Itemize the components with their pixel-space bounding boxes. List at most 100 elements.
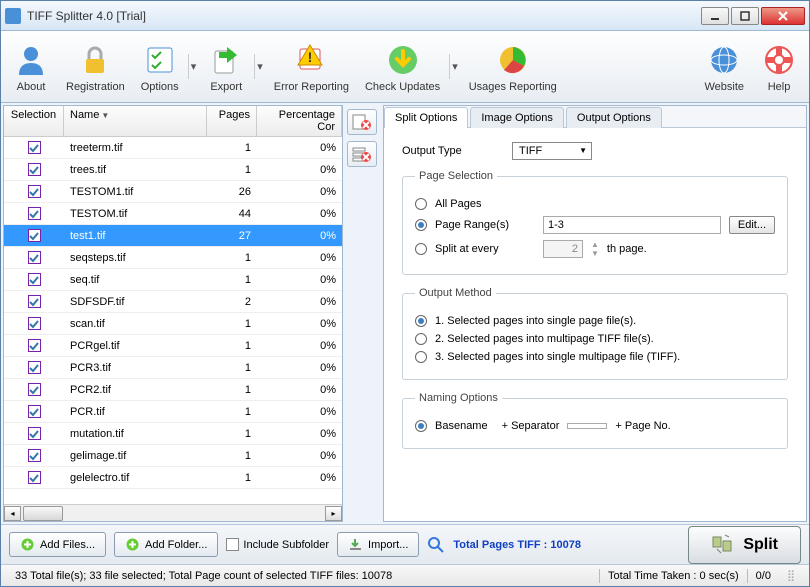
- updates-dropdown[interactable]: ▾: [449, 54, 460, 79]
- row-checkbox[interactable]: [28, 471, 41, 484]
- file-pages: 1: [207, 450, 257, 462]
- table-row[interactable]: TESTOM1.tif260%: [4, 181, 342, 203]
- file-pct: 0%: [257, 472, 342, 484]
- mid-tool-strip: [345, 105, 381, 522]
- export-dropdown[interactable]: ▾: [254, 54, 265, 79]
- table-row[interactable]: mutation.tif10%: [4, 423, 342, 445]
- person-icon: [12, 41, 50, 79]
- minimize-button[interactable]: [701, 7, 729, 25]
- table-body[interactable]: treeterm.tif10%trees.tif10%TESTOM1.tif26…: [4, 137, 342, 504]
- registration-button[interactable]: Registration: [59, 38, 132, 96]
- output-method-group: Output Method 1. Selected pages into sin…: [402, 287, 788, 380]
- row-checkbox[interactable]: [28, 383, 41, 396]
- include-subfolder-checkbox[interactable]: Include Subfolder: [226, 538, 329, 551]
- options-button[interactable]: Options: [134, 38, 186, 96]
- maximize-button[interactable]: [731, 7, 759, 25]
- row-checkbox[interactable]: [28, 229, 41, 242]
- about-button[interactable]: About: [5, 38, 57, 96]
- add-files-button[interactable]: Add Files...: [9, 532, 106, 557]
- website-button[interactable]: Website: [697, 38, 751, 96]
- tab-split-options[interactable]: Split Options: [384, 107, 468, 128]
- radio-basename[interactable]: [415, 420, 427, 432]
- help-button[interactable]: Help: [753, 38, 805, 96]
- horizontal-scrollbar[interactable]: ◂ ▸: [4, 504, 342, 521]
- file-pct: 0%: [257, 384, 342, 396]
- table-row[interactable]: PCR3.tif10%: [4, 357, 342, 379]
- file-pct: 0%: [257, 164, 342, 176]
- table-row[interactable]: gelelectro.tif10%: [4, 467, 342, 489]
- file-name: PCR.tif: [64, 406, 207, 418]
- resize-grip[interactable]: ⣿: [779, 569, 803, 582]
- separator-input[interactable]: [567, 423, 607, 429]
- table-row[interactable]: gelimage.tif10%: [4, 445, 342, 467]
- table-header: Selection Name▼ Pages Percentage Cor: [4, 106, 342, 137]
- row-checkbox[interactable]: [28, 207, 41, 220]
- column-pages[interactable]: Pages: [207, 106, 257, 136]
- column-percentage[interactable]: Percentage Cor: [257, 106, 342, 136]
- row-checkbox[interactable]: [28, 405, 41, 418]
- column-selection[interactable]: Selection: [4, 106, 64, 136]
- scroll-thumb[interactable]: [23, 506, 63, 521]
- row-checkbox[interactable]: [28, 361, 41, 374]
- options-dropdown[interactable]: ▾: [188, 54, 199, 79]
- radio-method-2[interactable]: [415, 333, 427, 345]
- file-list-panel: Selection Name▼ Pages Percentage Cor tre…: [3, 105, 343, 522]
- file-pct: 0%: [257, 274, 342, 286]
- lock-icon: [76, 41, 114, 79]
- file-name: SDFSDF.tif: [64, 296, 207, 308]
- table-row[interactable]: seqsteps.tif10%: [4, 247, 342, 269]
- file-pct: 0%: [257, 340, 342, 352]
- check-updates-button[interactable]: Check Updates: [358, 38, 447, 96]
- output-type-select[interactable]: TIFF: [512, 142, 592, 160]
- split-button[interactable]: Split: [688, 526, 801, 564]
- row-checkbox[interactable]: [28, 185, 41, 198]
- remove-selected-button[interactable]: [347, 109, 377, 135]
- remove-all-button[interactable]: [347, 141, 377, 167]
- row-checkbox[interactable]: [28, 449, 41, 462]
- table-row[interactable]: seq.tif10%: [4, 269, 342, 291]
- row-checkbox[interactable]: [28, 251, 41, 264]
- table-row[interactable]: scan.tif10%: [4, 313, 342, 335]
- scroll-left-button[interactable]: ◂: [4, 506, 21, 521]
- page-ranges-input[interactable]: 1-3: [543, 216, 721, 234]
- file-pages: 1: [207, 362, 257, 374]
- table-row[interactable]: PCRgel.tif10%: [4, 335, 342, 357]
- radio-all-pages[interactable]: [415, 198, 427, 210]
- close-button[interactable]: [761, 7, 805, 25]
- content-area: Selection Name▼ Pages Percentage Cor tre…: [1, 103, 809, 524]
- add-folder-button[interactable]: Add Folder...: [114, 532, 218, 557]
- radio-method-3[interactable]: [415, 351, 427, 363]
- error-reporting-button[interactable]: ! Error Reporting: [267, 38, 356, 96]
- row-checkbox[interactable]: [28, 273, 41, 286]
- table-row[interactable]: TESTOM.tif440%: [4, 203, 342, 225]
- row-checkbox[interactable]: [28, 163, 41, 176]
- radio-page-ranges[interactable]: [415, 219, 427, 231]
- tab-image-options[interactable]: Image Options: [470, 107, 564, 128]
- row-checkbox[interactable]: [28, 295, 41, 308]
- table-row[interactable]: trees.tif10%: [4, 159, 342, 181]
- split-every-input[interactable]: 2: [543, 240, 583, 258]
- edit-ranges-button[interactable]: Edit...: [729, 216, 775, 234]
- row-checkbox[interactable]: [28, 141, 41, 154]
- radio-method-1[interactable]: [415, 315, 427, 327]
- scroll-right-button[interactable]: ▸: [325, 506, 342, 521]
- column-name[interactable]: Name▼: [64, 106, 207, 136]
- usages-reporting-button[interactable]: Usages Reporting: [462, 38, 564, 96]
- file-name: PCR3.tif: [64, 362, 207, 374]
- file-pct: 0%: [257, 296, 342, 308]
- radio-split-every[interactable]: [415, 243, 427, 255]
- import-button[interactable]: Import...: [337, 532, 419, 557]
- table-row[interactable]: SDFSDF.tif20%: [4, 291, 342, 313]
- tab-output-options[interactable]: Output Options: [566, 107, 662, 128]
- table-row[interactable]: treeterm.tif10%: [4, 137, 342, 159]
- file-pct: 0%: [257, 362, 342, 374]
- table-row[interactable]: PCR.tif10%: [4, 401, 342, 423]
- status-bar: 33 Total file(s); 33 file selected; Tota…: [1, 564, 809, 586]
- export-button[interactable]: Export: [200, 38, 252, 96]
- search-icon[interactable]: [427, 536, 445, 554]
- table-row[interactable]: test1.tif270%: [4, 225, 342, 247]
- table-row[interactable]: PCR2.tif10%: [4, 379, 342, 401]
- row-checkbox[interactable]: [28, 427, 41, 440]
- row-checkbox[interactable]: [28, 317, 41, 330]
- row-checkbox[interactable]: [28, 339, 41, 352]
